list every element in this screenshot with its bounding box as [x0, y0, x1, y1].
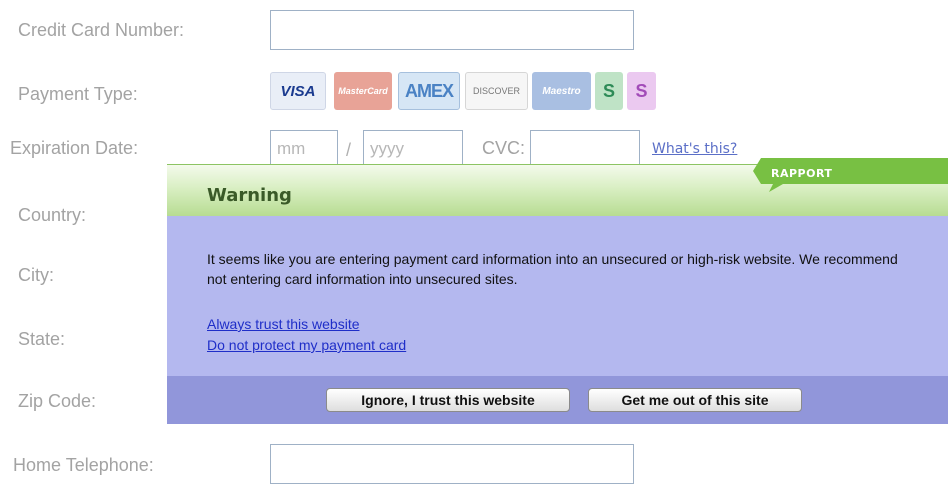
visa-icon[interactable]: VISA — [270, 72, 326, 110]
credit-card-input[interactable] — [270, 10, 634, 50]
whats-this-link[interactable]: What's this? — [652, 141, 737, 157]
date-separator: / — [346, 140, 352, 160]
home-telephone-input[interactable] — [270, 444, 634, 484]
solo-icon[interactable]: S — [595, 72, 623, 110]
home-telephone-label: Home Telephone: — [13, 455, 154, 475]
switch-icon[interactable]: S — [627, 72, 656, 110]
mastercard-icon[interactable]: MasterCard — [334, 72, 392, 110]
get-out-button[interactable]: Get me out of this site — [588, 388, 802, 412]
credit-card-label: Credit Card Number: — [18, 20, 185, 40]
warning-message: It seems like you are entering payment c… — [207, 251, 898, 287]
always-trust-link[interactable]: Always trust this website — [207, 316, 360, 332]
payment-type-label: Payment Type: — [18, 84, 138, 104]
warning-popup-body: It seems like you are entering payment c… — [167, 216, 948, 376]
expiration-date-label: Expiration Date: — [10, 138, 139, 158]
discover-icon[interactable]: DISCOVER — [465, 72, 528, 110]
warning-popup-footer: Ignore, I trust this website Get me out … — [167, 376, 948, 424]
popup-title: Warning — [207, 185, 292, 206]
cvc-label: CVC: — [482, 138, 526, 158]
maestro-icon[interactable]: Maestro — [532, 72, 591, 110]
amex-icon[interactable]: AMEX — [398, 72, 460, 110]
state-label: State: — [18, 329, 66, 349]
zip-code-label: Zip Code: — [18, 391, 97, 411]
ignore-trust-button[interactable]: Ignore, I trust this website — [326, 388, 570, 412]
city-label: City: — [18, 265, 54, 285]
do-not-protect-link[interactable]: Do not protect my payment card — [207, 337, 406, 353]
country-label: Country: — [18, 205, 87, 225]
rapport-brand: RAPPORT — [771, 167, 833, 180]
